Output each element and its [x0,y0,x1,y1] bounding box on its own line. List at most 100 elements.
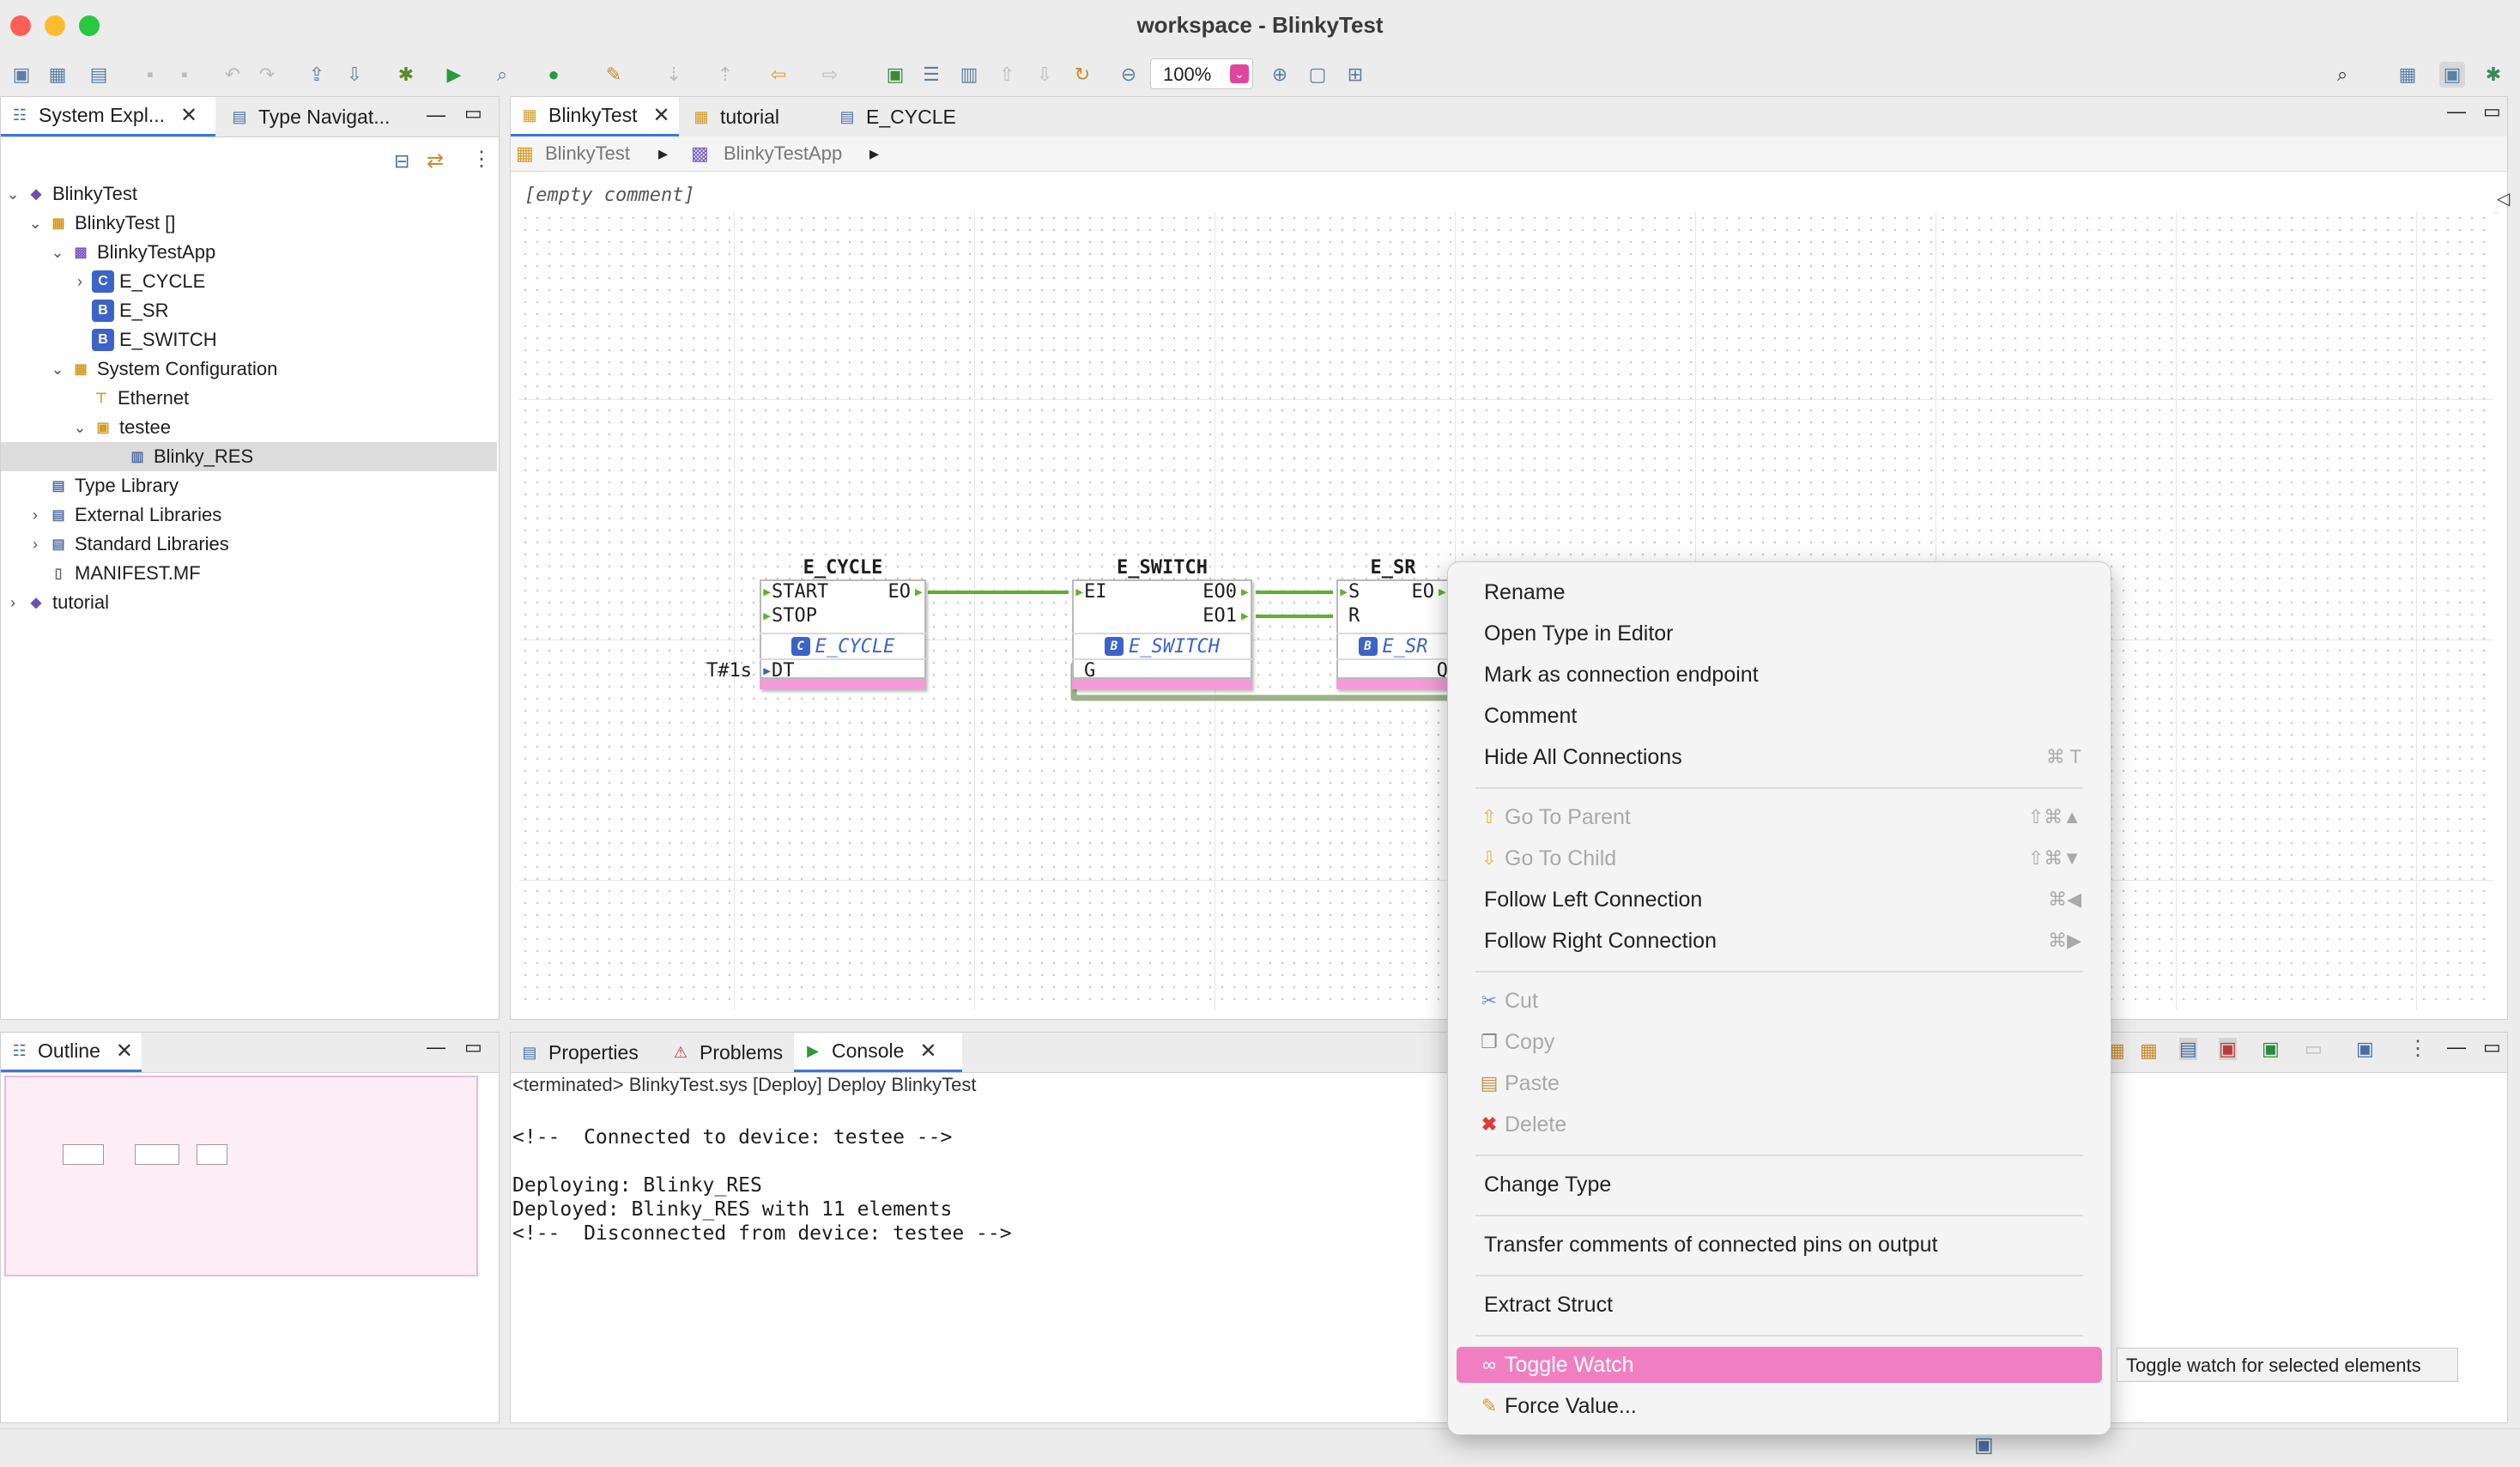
menu-item-paste[interactable]: ▤ Paste [1457,1065,2102,1101]
back-icon[interactable]: ⇦ [766,62,791,88]
view-menu-icon[interactable]: ⋮ [471,147,492,172]
new-console-icon[interactable]: ▣ [2356,1038,2374,1060]
global-search-icon[interactable]: ⌕ [2329,62,2355,88]
pin-eo[interactable]: EO [1412,581,1435,603]
maximize-icon[interactable]: ▭ [2483,1036,2501,1058]
refresh-icon[interactable]: ↻ [1069,62,1095,88]
menu-item-comment[interactable]: Comment [1457,698,2102,734]
tree-item-tutorial[interactable]: › ◆ tutorial [4,588,109,617]
palette-toggle-icon[interactable]: ◁ [2497,188,2510,209]
menu-item-copy[interactable]: ❐ Copy [1457,1024,2102,1060]
breadcrumb-separator-icon[interactable]: ▸ [869,142,879,165]
breadcrumb-item[interactable]: BlinkyTestApp [724,142,842,165]
deploy-icon[interactable]: ⇪ [304,62,330,88]
open-console-icon[interactable]: ▣ [2262,1038,2280,1060]
link-editor-icon[interactable]: ⇄ [427,149,444,173]
tree-item-blinkytest[interactable]: ⌄ ◆ BlinkyTest [4,179,137,209]
chevron-down-icon[interactable]: ⌄ [71,419,88,437]
pin-r[interactable]: R [1348,605,1360,627]
tools-icon[interactable]: ✎ [601,62,627,88]
actual-size-icon[interactable]: ▢ [1305,62,1330,88]
down-icon[interactable]: ⇩ [1032,62,1057,88]
fb-e-sr[interactable]: E_SR ▸ S R EO ▸ B E_SR Q [1336,557,1450,689]
debug-perspective-icon[interactable]: ✱ [2481,62,2506,88]
download-icon[interactable]: ⇩ [342,62,367,88]
tree-item-type-library[interactable]: ▤ Type Library [44,471,179,500]
pin-eo[interactable]: EO [888,581,912,603]
open-perspective-icon[interactable]: ▦ [2395,62,2420,88]
tree-item-e-cycle[interactable]: › C E_CYCLE [71,267,205,296]
menu-item-delete[interactable]: ✖ Delete [1457,1106,2102,1143]
tab-blinkytest[interactable]: ▦ BlinkyTest ✕ [511,97,679,136]
pin-ei[interactable]: EI [1084,581,1107,603]
search-icon[interactable]: ⌕ [489,62,515,88]
chevron-right-icon[interactable]: › [27,536,44,554]
tree-item-system-configuration[interactable]: ⌄ ▦ System Configuration [49,355,277,384]
fit-page-icon[interactable]: ⊞ [1342,62,1368,88]
minimize-icon[interactable]: — [2447,100,2466,123]
tree-item-testee[interactable]: ⌄ ▣ testee [71,413,170,442]
pin-start[interactable]: START [772,581,828,603]
menu-item-open-type[interactable]: Open Type in Editor [1457,615,2102,652]
scroll-lock-icon[interactable]: ▦ [2140,1040,2158,1062]
tab-tutorial[interactable]: ▦ tutorial [682,97,811,136]
new-system-icon[interactable]: ▦ [45,62,70,88]
distribute-icon[interactable]: ▥ [956,62,982,88]
pin-eo0[interactable]: EO0 [1202,581,1237,603]
breadcrumb-separator-icon[interactable]: ▸ [658,142,668,165]
close-icon[interactable]: ✕ [919,1039,936,1064]
tab-e-cycle[interactable]: ▤ E_CYCLE [828,97,966,136]
maximize-icon[interactable]: ▭ [464,1036,482,1058]
tree-item-standard-libraries[interactable]: › ▤ Standard Libraries [27,530,229,559]
close-icon[interactable]: ✕ [653,103,670,128]
menu-item-hide-all-connections[interactable]: Hide All Connections ⌘ T [1457,739,2102,775]
chevron-down-icon[interactable]: ⌄ [27,215,44,233]
menu-item-go-to-parent[interactable]: ⇧ Go To Parent ⇧⌘▲ [1457,799,2102,835]
tab-problems[interactable]: ⚠ Problems [662,1033,804,1072]
display-console-icon[interactable]: ▭ [2305,1038,2323,1060]
menu-item-cut[interactable]: ✂ Cut [1457,983,2102,1019]
minimize-icon[interactable]: — [2447,1036,2466,1058]
save-icon[interactable]: ▪ [137,62,163,88]
close-icon[interactable]: ✕ [180,103,197,128]
zoom-out-icon[interactable]: ⊖ [1116,62,1142,88]
fb-e-cycle[interactable]: E_CYCLE ▸ START ▸ STOP EO ▸ C E_CYCLE ▸ … [706,557,926,689]
pin-stop[interactable]: STOP [772,605,817,627]
fb-e-switch[interactable]: E_SWITCH ▸ EI EO0 ▸ EO1 ▸ B E_SWITCH G [1072,557,1252,689]
menu-item-toggle-watch[interactable]: ∞ Toggle Watch [1457,1347,2102,1383]
prev-annotation-icon[interactable]: ⇡ [712,62,738,88]
tree-item-external-libraries[interactable]: › ▤ External Libraries [27,500,221,530]
word-wrap-icon[interactable]: ▤ [2179,1038,2197,1060]
menu-item-rename[interactable]: Rename [1457,574,2102,610]
tree-item-blinky-res[interactable]: ▥ Blinky_RES [1,442,497,471]
console-output[interactable]: <!-- Connected to device: testee --> Depl… [512,1101,1012,1294]
collapse-all-icon[interactable]: ⊟ [394,150,409,173]
tab-outline[interactable]: ☷ Outline ✕ [1,1033,142,1072]
tree-item-manifest[interactable]: ▯ MANIFEST.MF [44,559,201,588]
run-icon[interactable]: ▶ [441,62,467,88]
chevron-down-icon[interactable]: ⌄ [49,361,66,379]
pin-s[interactable]: S [1348,581,1360,603]
menu-item-follow-left[interactable]: Follow Left Connection ⌘◀ [1457,882,2102,918]
debug-icon[interactable]: ✱ [393,62,419,88]
system-perspective-icon[interactable]: ▣ [2439,62,2465,88]
run-config-icon[interactable]: ● [541,62,566,88]
chevron-right-icon[interactable]: › [71,273,88,291]
chevron-down-icon[interactable]: ⌄ [4,185,21,203]
tree-item-ethernet[interactable]: ⊤ Ethernet [87,384,189,413]
maximize-icon[interactable]: ▭ [464,102,482,124]
menu-item-force-value[interactable]: ✎ Force Value... [1457,1388,2102,1424]
redo-icon[interactable]: ↷ [254,62,280,88]
minimize-icon[interactable]: — [427,1036,445,1058]
forward-icon[interactable]: ⇨ [817,62,843,88]
param-dt-value[interactable]: T#1s [706,660,752,682]
menu-item-go-to-child[interactable]: ⇩ Go To Child ⇧⌘▼ [1457,840,2102,876]
fb-instance-name[interactable]: E_SWITCH [1072,557,1252,579]
tab-system-explorer[interactable]: ☷ System Expl... ✕ [1,97,215,136]
fb-instance-name[interactable]: E_SR [1336,557,1450,579]
menu-item-follow-right[interactable]: Follow Right Connection ⌘▶ [1457,923,2102,959]
close-icon[interactable]: ✕ [116,1039,133,1064]
chevron-right-icon[interactable]: › [4,594,21,612]
tab-type-navigator[interactable]: ▤ Type Navigat... [221,97,409,136]
zoom-in-icon[interactable]: ⊕ [1267,62,1293,88]
